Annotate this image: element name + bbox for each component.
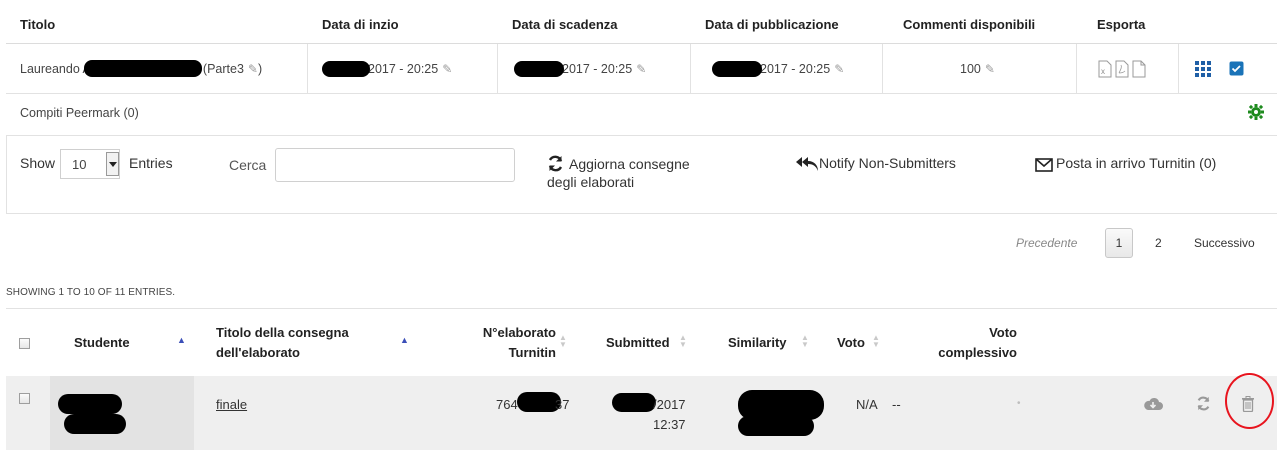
header-export: Esporta — [1097, 17, 1146, 32]
redaction — [514, 61, 564, 77]
header-marks: Commenti disponibili — [903, 17, 1036, 32]
inbox-button[interactable]: Posta in arrivo Turnitin (0) — [1056, 155, 1216, 171]
assignment-header-row — [6, 6, 1277, 44]
sort-icon[interactable]: ▲ ▼ — [559, 334, 567, 349]
redaction — [84, 60, 202, 77]
header-start-date: Data di inzio — [322, 17, 399, 32]
notify-non-submitters-button[interactable]: Notify Non-Submitters — [819, 155, 956, 171]
header-paper-id[interactable]: N°elaborato Turnitin — [460, 323, 556, 363]
redaction — [738, 416, 814, 436]
sort-icon[interactable]: ▲ ▼ — [872, 334, 880, 349]
highlight-circle — [1225, 373, 1274, 429]
envelope-icon[interactable] — [1035, 158, 1053, 172]
header-due-date: Data di scadenza — [512, 17, 618, 32]
start-date-cell[interactable]: 2017 - 20:25 ✎ — [368, 62, 452, 76]
pagination-next[interactable]: Successivo — [1194, 236, 1255, 250]
header-paper-title-line1: Titolo della consegna — [216, 325, 349, 340]
refresh-label-line2: degli elaborati — [547, 174, 635, 190]
svg-text:x: x — [1101, 67, 1105, 76]
edit-pencil-icon[interactable]: ✎ — [834, 62, 844, 76]
sort-asc-icon[interactable]: ▲ — [400, 335, 409, 345]
redaction — [322, 61, 370, 77]
edit-pencil-icon[interactable]: ✎ — [636, 62, 646, 76]
sort-icon[interactable]: ▲ ▼ — [801, 334, 809, 349]
pagination-page-1[interactable]: 1 — [1105, 228, 1133, 258]
pagination-prev[interactable]: Precedente — [1016, 236, 1077, 250]
header-overall-line1: Voto — [989, 325, 1017, 340]
search-input[interactable] — [275, 148, 515, 182]
grid-icon[interactable] — [1195, 61, 1211, 77]
row-checkbox[interactable] — [19, 393, 30, 404]
submitted-date: /2017 — [653, 397, 686, 412]
header-paper-title[interactable]: Titolo della consegna dell'elaborato — [216, 323, 349, 363]
entries-select-value: 10 — [72, 157, 87, 172]
header-paper-id-line2: Turnitin — [508, 345, 556, 360]
paper-id-prefix: 764 — [496, 397, 518, 412]
header-paper-title-line2: dell'elaborato — [216, 345, 300, 360]
export-xls-icon[interactable]: x — [1098, 60, 1112, 78]
header-title: Titolo — [20, 17, 56, 32]
header-grade[interactable]: Voto — [837, 335, 865, 350]
due-date-cell[interactable]: 2017 - 20:25 ✎ — [562, 62, 646, 76]
entries-label: Entries — [129, 155, 173, 171]
overall-grade-value: -- — [892, 397, 901, 412]
show-label: Show — [20, 155, 56, 171]
paper-title-link[interactable]: finale — [216, 397, 247, 412]
export-file-icon[interactable] — [1132, 60, 1146, 78]
marks-value: 100 — [960, 62, 981, 76]
status-dot: • — [1017, 398, 1021, 409]
header-similarity[interactable]: Similarity — [728, 335, 787, 350]
header-submitted[interactable]: Submitted — [606, 335, 670, 350]
reply-all-icon[interactable] — [796, 156, 818, 172]
showing-entries-text: SHOWING 1 TO 10 OF 11 ENTRIES. — [6, 287, 176, 298]
grade-value[interactable]: N/A — [856, 397, 878, 412]
header-paper-id-line1: N°elaborato — [482, 325, 556, 340]
chevron-down-icon[interactable] — [106, 152, 119, 176]
submitted-time: 12:37 — [653, 417, 686, 432]
assignment-title-suffix: (Parte3 — [202, 62, 244, 76]
pagination-page-2[interactable]: 2 — [1155, 236, 1162, 250]
gear-icon[interactable] — [1248, 104, 1264, 120]
assignment-title-prefix: Laureando A — [20, 62, 91, 76]
header-overall-grade: Voto complessivo — [925, 323, 1017, 363]
post-date-cell[interactable]: 2017 - 20:25 ✎ — [760, 62, 844, 76]
entries-select[interactable]: 10 — [60, 149, 120, 179]
redaction — [612, 393, 656, 412]
edit-pencil-icon[interactable]: ✎ — [442, 62, 452, 76]
refresh-submissions-button[interactable]: Aggiorna consegne degli elaborati — [547, 155, 690, 191]
marks-cell[interactable]: 100 ✎ — [960, 62, 995, 76]
sort-icon[interactable]: ▲ ▼ — [679, 334, 687, 349]
edit-pencil-icon[interactable]: ✎ — [248, 62, 258, 76]
export-pdf-icon[interactable] — [1115, 60, 1129, 78]
cloud-download-icon[interactable] — [1143, 397, 1163, 411]
table-row — [6, 376, 1277, 450]
edit-pencil-icon[interactable]: ✎ — [985, 62, 995, 76]
select-all-checkbox[interactable] — [19, 338, 30, 349]
redaction — [64, 414, 126, 434]
post-date-value: 2017 - 20:25 — [760, 62, 831, 76]
sort-asc-icon[interactable]: ▲ — [177, 335, 186, 345]
refresh-label-line1: Aggiorna consegne — [569, 156, 690, 172]
header-post-date: Data di pubblicazione — [705, 17, 839, 32]
peermark-row — [6, 94, 1277, 136]
due-date-value: 2017 - 20:25 — [562, 62, 633, 76]
assignment-title-close: ) — [257, 62, 263, 76]
refresh-icon[interactable] — [1196, 396, 1211, 411]
search-label: Cerca — [229, 157, 267, 173]
peermark-label: Compiti Peermark (0) — [20, 106, 139, 120]
redaction — [58, 394, 122, 414]
paper-id-suffix: 37 — [555, 397, 570, 412]
pagination-page-1-label: 1 — [1115, 236, 1123, 250]
header-overall-line2: complessivo — [938, 345, 1017, 360]
checkbox-checked-icon[interactable] — [1229, 61, 1244, 76]
start-date-value: 2017 - 20:25 — [368, 62, 439, 76]
redaction — [712, 61, 762, 77]
header-student[interactable]: Studente — [74, 335, 130, 350]
